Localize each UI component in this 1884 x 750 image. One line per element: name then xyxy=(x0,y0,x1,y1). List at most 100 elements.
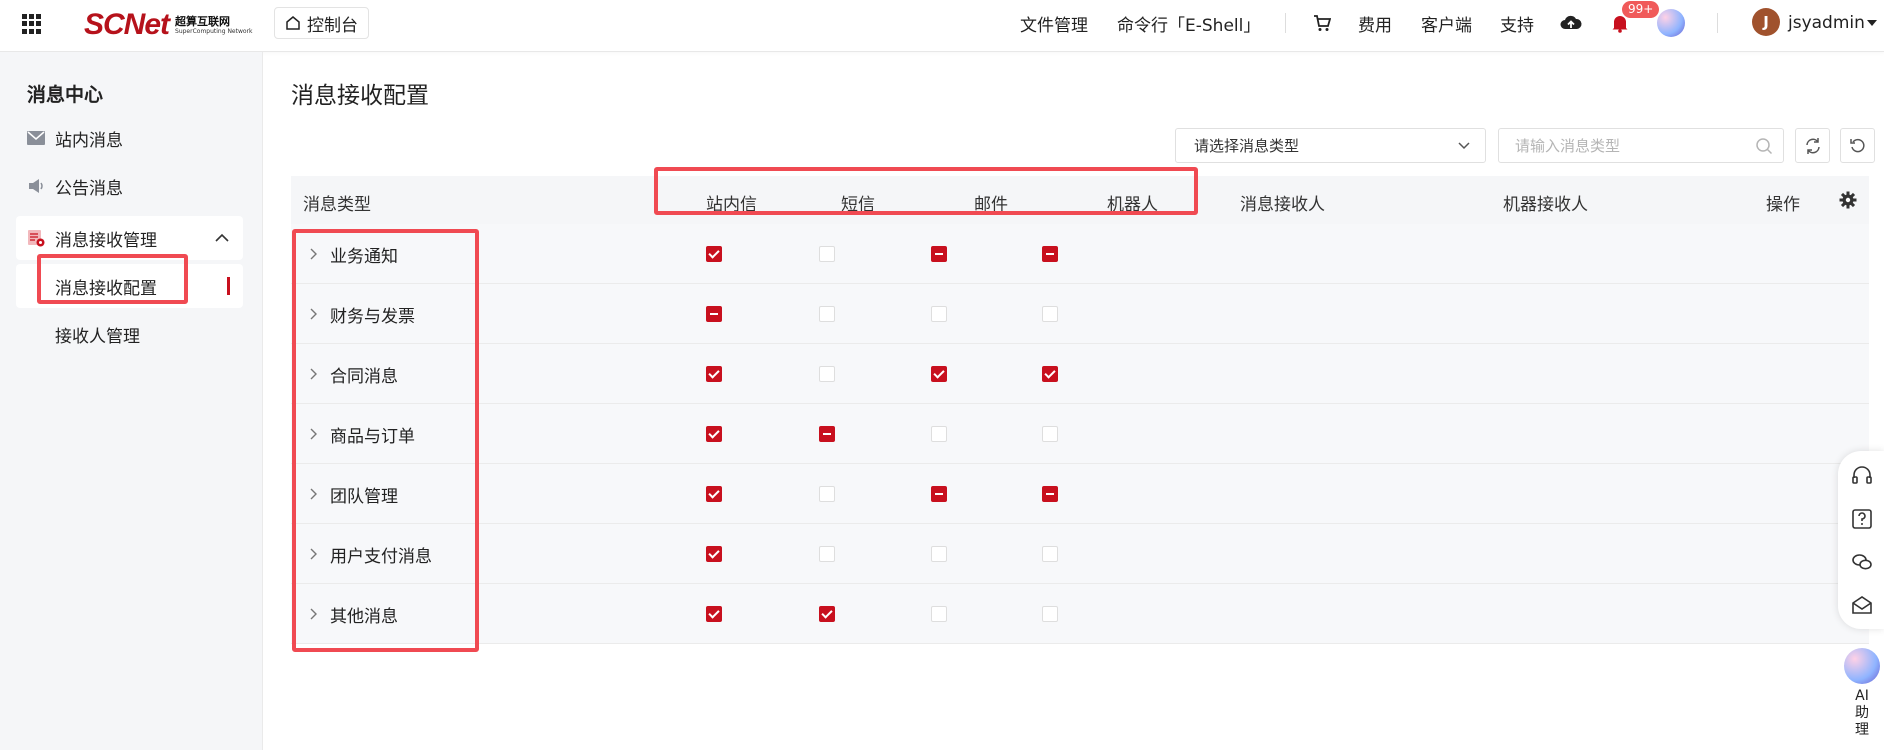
scnet-logo[interactable]: SCNet 超算互联网 SuperComputing Network xyxy=(84,8,253,42)
search-icon[interactable] xyxy=(1755,137,1773,155)
message-type-select[interactable]: 请选择消息类型 xyxy=(1175,128,1486,163)
username-label[interactable]: jsyadmin xyxy=(1788,0,1865,46)
expand-arrow-icon[interactable] xyxy=(309,548,317,560)
channel-checkbox[interactable] xyxy=(819,366,835,382)
channel-checkbox[interactable] xyxy=(931,546,947,562)
channel-checkbox[interactable] xyxy=(706,606,722,622)
channel-checkbox[interactable] xyxy=(819,546,835,562)
channel-checkbox[interactable] xyxy=(1042,366,1058,382)
channel-checkbox[interactable] xyxy=(706,246,722,262)
top-bar: SCNet 超算互联网 SuperComputing Network 控制台 文… xyxy=(0,0,1884,52)
wechat-icon[interactable] xyxy=(1851,551,1873,573)
row-message-type-label: 业务通知 xyxy=(330,247,398,267)
chevron-down-icon[interactable] xyxy=(1866,0,1878,46)
search-input[interactable] xyxy=(1515,136,1735,155)
channel-checkbox[interactable] xyxy=(706,366,722,382)
sidebar-subitem-label: 消息接收配置 xyxy=(55,278,157,299)
nav-billing[interactable]: 费用 xyxy=(1358,0,1392,46)
channel-checkbox[interactable] xyxy=(931,606,947,622)
table-row: 其他消息 xyxy=(291,584,1869,644)
channel-checkbox[interactable] xyxy=(931,426,947,442)
expand-arrow-icon[interactable] xyxy=(309,428,317,440)
col-machine-recipients: 机器接收人 xyxy=(1503,195,1588,215)
expand-arrow-icon[interactable] xyxy=(309,488,317,500)
row-message-type-label: 团队管理 xyxy=(330,487,398,507)
message-type-search[interactable] xyxy=(1498,128,1784,163)
channel-checkbox[interactable] xyxy=(1042,426,1058,442)
expand-arrow-icon[interactable] xyxy=(309,368,317,380)
sidebar-item-receive-manage[interactable]: 消息接收管理 xyxy=(16,216,243,260)
channel-checkbox[interactable] xyxy=(931,246,947,262)
row-message-type-label: 商品与订单 xyxy=(330,427,415,447)
nav-divider xyxy=(1717,13,1718,33)
nav-client[interactable]: 客户端 xyxy=(1421,0,1472,46)
col-robot: 机器人 xyxy=(1107,195,1158,215)
table-body: 业务通知 财务与发票 合同消息 商品与订单 团队管理 用户支付消息 其他消息 xyxy=(291,224,1869,644)
channel-checkbox[interactable] xyxy=(706,486,722,502)
col-sms: 短信 xyxy=(841,195,875,215)
table-row: 财务与发票 xyxy=(291,284,1869,344)
sidebar-item-site-messages[interactable]: 站内消息 xyxy=(16,116,243,160)
ai-robot-avatar-icon[interactable] xyxy=(1657,0,1685,46)
sidebar: 消息中心 站内消息 公告消息 消息接收管理 消息接收配置 接收人管理 xyxy=(0,52,263,750)
active-indicator xyxy=(227,277,230,295)
channel-checkbox[interactable] xyxy=(819,306,835,322)
nav-support[interactable]: 支持 xyxy=(1500,0,1534,46)
settings-doc-icon xyxy=(27,229,45,247)
mail-icon xyxy=(27,129,45,147)
nav-file-manage[interactable]: 文件管理 xyxy=(1020,0,1088,46)
logo-wordmark: SCNet xyxy=(84,8,170,41)
expand-arrow-icon[interactable] xyxy=(309,608,317,620)
console-button[interactable]: 控制台 xyxy=(274,7,369,39)
channel-checkbox[interactable] xyxy=(1042,306,1058,322)
config-table: 消息类型 站内信 短信 邮件 机器人 消息接收人 机器接收人 操作 业务通知 财务… xyxy=(291,176,1869,644)
col-message-type: 消息类型 xyxy=(303,195,371,215)
refresh-button[interactable] xyxy=(1795,128,1830,163)
sidebar-item-label: 站内消息 xyxy=(55,130,123,151)
channel-checkbox[interactable] xyxy=(706,426,722,442)
user-avatar[interactable]: J xyxy=(1752,8,1780,36)
expand-arrow-icon[interactable] xyxy=(309,308,317,320)
sidebar-subitem-receive-config[interactable]: 消息接收配置 xyxy=(16,264,243,308)
channel-checkbox[interactable] xyxy=(706,306,722,322)
channel-checkbox[interactable] xyxy=(819,426,835,442)
ai-robot-icon xyxy=(1844,648,1880,684)
table-row: 用户支付消息 xyxy=(291,524,1869,584)
cart-icon[interactable] xyxy=(1313,0,1331,46)
channel-checkbox[interactable] xyxy=(1042,486,1058,502)
channel-checkbox[interactable] xyxy=(931,366,947,382)
cloud-upload-icon[interactable] xyxy=(1560,0,1582,46)
gear-icon[interactable] xyxy=(1839,191,1857,209)
channel-checkbox[interactable] xyxy=(819,606,835,622)
col-email: 邮件 xyxy=(974,195,1008,215)
channel-checkbox[interactable] xyxy=(706,546,722,562)
floating-toolbar xyxy=(1838,451,1884,629)
channel-checkbox[interactable] xyxy=(819,246,835,262)
channel-checkbox[interactable] xyxy=(1042,246,1058,262)
sidebar-item-label: 公告消息 xyxy=(55,178,123,199)
sidebar-subitem-recipient-manage[interactable]: 接收人管理 xyxy=(16,312,243,356)
reset-button[interactable] xyxy=(1840,128,1875,163)
headset-icon[interactable] xyxy=(1851,465,1873,487)
col-recipients: 消息接收人 xyxy=(1240,195,1325,215)
logo-en-text: SuperComputing Network xyxy=(175,27,253,35)
nav-eshell[interactable]: 命令行「E-Shell」 xyxy=(1117,0,1260,46)
help-icon[interactable] xyxy=(1851,508,1873,530)
channel-checkbox[interactable] xyxy=(1042,546,1058,562)
expand-arrow-icon[interactable] xyxy=(309,248,317,260)
sidebar-title: 消息中心 xyxy=(27,84,104,106)
channel-checkbox[interactable] xyxy=(819,486,835,502)
ai-assistant-button[interactable]: AI助理 xyxy=(1842,648,1882,739)
sidebar-item-announcements[interactable]: 公告消息 xyxy=(16,164,243,208)
apps-grid-icon[interactable] xyxy=(22,14,42,34)
channel-checkbox[interactable] xyxy=(931,306,947,322)
chevron-up-icon[interactable] xyxy=(215,233,229,242)
refresh-icon xyxy=(1805,137,1820,154)
row-message-type-label: 用户支付消息 xyxy=(330,547,432,567)
channel-checkbox[interactable] xyxy=(931,486,947,502)
reset-icon xyxy=(1849,138,1865,152)
console-label: 控制台 xyxy=(307,15,358,36)
channel-checkbox[interactable] xyxy=(1042,606,1058,622)
mail-open-icon[interactable] xyxy=(1851,594,1873,616)
home-icon xyxy=(286,16,300,30)
